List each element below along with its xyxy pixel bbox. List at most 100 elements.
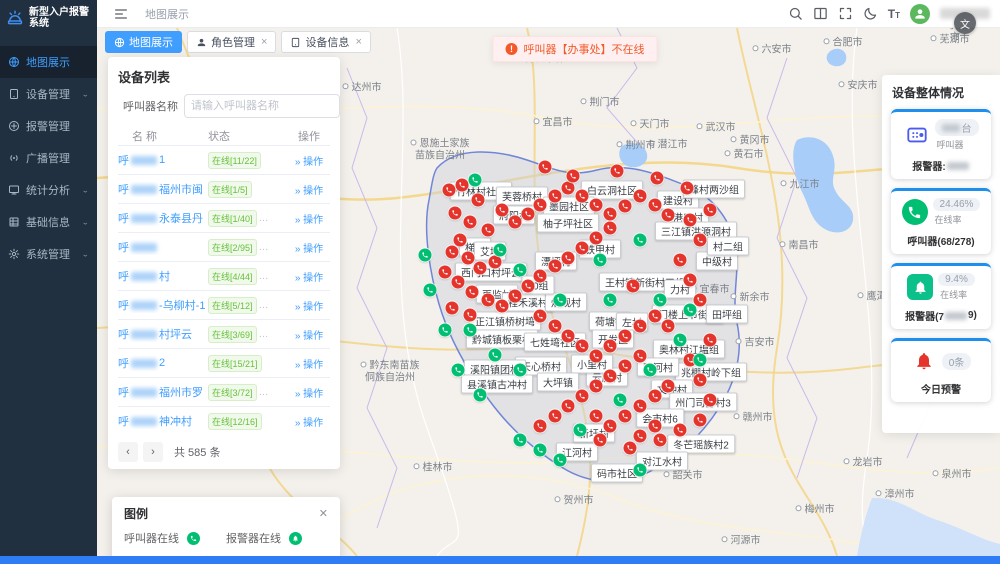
translate-badge-icon[interactable]: 文: [954, 12, 976, 34]
marker-caller-offline[interactable]: [624, 442, 637, 455]
marker-caller-offline[interactable]: [674, 254, 687, 267]
marker-caller-offline[interactable]: [562, 330, 575, 343]
marker-caller-offline[interactable]: [474, 262, 487, 275]
map-canvas[interactable]: 巴中市达州市神农架林区荆门市宜昌市天门市武汉市潜江市荆州市黄冈市黄石市恩施土家族…: [97, 28, 1000, 556]
marker-caller-offline[interactable]: [662, 320, 675, 333]
map-village-label[interactable]: 正江镇桥树塆: [469, 312, 541, 331]
marker-caller-offline[interactable]: [549, 190, 562, 203]
marker-caller-offline[interactable]: [604, 340, 617, 353]
marker-caller-offline[interactable]: [634, 400, 647, 413]
marker-caller-offline[interactable]: [452, 276, 465, 289]
marker-caller-offline[interactable]: [549, 320, 562, 333]
marker-caller-offline[interactable]: [454, 234, 467, 247]
marker-caller-online[interactable]: [574, 424, 587, 437]
marker-caller-online[interactable]: [464, 324, 477, 337]
tab-role[interactable]: 角色管理×: [187, 31, 276, 53]
marker-caller-offline[interactable]: [594, 434, 607, 447]
marker-caller-offline[interactable]: [534, 270, 547, 283]
marker-caller-offline[interactable]: [590, 350, 603, 363]
marker-caller-offline[interactable]: [549, 410, 562, 423]
marker-caller-offline[interactable]: [694, 374, 707, 387]
row-operation-link[interactable]: » 操作: [288, 385, 330, 400]
marker-caller-offline[interactable]: [604, 370, 617, 383]
row-operation-link[interactable]: » 操作: [288, 414, 330, 429]
marker-caller-offline[interactable]: [649, 420, 662, 433]
marker-caller-offline[interactable]: [464, 216, 477, 229]
hamburger-icon[interactable]: [113, 6, 129, 22]
marker-caller-offline[interactable]: [619, 200, 632, 213]
marker-caller-online[interactable]: [514, 264, 527, 277]
marker-caller-offline[interactable]: [522, 280, 535, 293]
row-operation-link[interactable]: » 操作: [288, 269, 330, 284]
sidebar-item-system[interactable]: 系统管理⌄: [0, 238, 97, 270]
marker-caller-offline[interactable]: [576, 390, 589, 403]
marker-caller-online[interactable]: [474, 389, 487, 402]
map-village-label[interactable]: 大坪镇: [537, 373, 579, 392]
tab-map[interactable]: 地图展示: [105, 31, 182, 53]
marker-caller-offline[interactable]: [509, 216, 522, 229]
map-village-label[interactable]: 县溪镇古冲村: [461, 375, 533, 394]
device-name-link[interactable]: 呼2: [118, 355, 208, 371]
marker-caller-offline[interactable]: [662, 380, 675, 393]
device-name-link[interactable]: 呼村坪云: [118, 326, 208, 342]
marker-caller-offline[interactable]: [534, 199, 547, 212]
marker-caller-online[interactable]: [634, 464, 647, 477]
marker-caller-online[interactable]: [514, 434, 527, 447]
marker-caller-offline[interactable]: [619, 410, 632, 423]
row-operation-link[interactable]: » 操作: [288, 153, 330, 168]
marker-caller-offline[interactable]: [662, 209, 675, 222]
marker-caller-offline[interactable]: [634, 190, 647, 203]
marker-caller-offline[interactable]: [466, 286, 479, 299]
marker-caller-offline[interactable]: [590, 199, 603, 212]
marker-caller-online[interactable]: [604, 294, 617, 307]
moon-icon[interactable]: [863, 6, 878, 21]
marker-caller-offline[interactable]: [446, 246, 459, 259]
marker-caller-online[interactable]: [419, 249, 432, 262]
fullscreen-icon[interactable]: [838, 6, 853, 21]
marker-caller-offline[interactable]: [590, 380, 603, 393]
marker-caller-online[interactable]: [614, 394, 627, 407]
marker-caller-online[interactable]: [674, 334, 687, 347]
device-name-link[interactable]: 呼1: [118, 152, 208, 168]
marker-caller-online[interactable]: [694, 354, 707, 367]
marker-caller-offline[interactable]: [562, 252, 575, 265]
marker-caller-offline[interactable]: [456, 179, 469, 192]
marker-caller-offline[interactable]: [627, 280, 640, 293]
marker-caller-offline[interactable]: [704, 394, 717, 407]
marker-caller-offline[interactable]: [509, 290, 522, 303]
row-operation-link[interactable]: » 操作: [288, 240, 330, 255]
marker-caller-offline[interactable]: [534, 420, 547, 433]
sidebar-item-stats[interactable]: 统计分析⌄: [0, 174, 97, 206]
row-operation-link[interactable]: » 操作: [288, 298, 330, 313]
marker-caller-online[interactable]: [489, 349, 502, 362]
marker-caller-offline[interactable]: [590, 232, 603, 245]
sidebar-item-basic[interactable]: 基础信息⌄: [0, 206, 97, 238]
marker-caller-online[interactable]: [469, 174, 482, 187]
marker-caller-offline[interactable]: [482, 224, 495, 237]
close-icon[interactable]: ×: [261, 37, 267, 48]
marker-caller-offline[interactable]: [649, 390, 662, 403]
marker-caller-offline[interactable]: [604, 420, 617, 433]
marker-caller-offline[interactable]: [619, 360, 632, 373]
marker-caller-offline[interactable]: [611, 165, 624, 178]
marker-caller-offline[interactable]: [489, 256, 502, 269]
marker-caller-offline[interactable]: [562, 400, 575, 413]
marker-caller-offline[interactable]: [534, 310, 547, 323]
sidebar-item-alarm[interactable]: 报警管理: [0, 110, 97, 142]
sidebar-item-map[interactable]: 地图展示: [0, 46, 97, 78]
columns-icon[interactable]: [813, 6, 828, 21]
marker-caller-offline[interactable]: [449, 207, 462, 220]
marker-caller-online[interactable]: [452, 364, 465, 377]
marker-caller-offline[interactable]: [649, 199, 662, 212]
device-name-link[interactable]: 呼村: [118, 268, 208, 284]
marker-caller-online[interactable]: [554, 294, 567, 307]
marker-caller-offline[interactable]: [439, 266, 452, 279]
device-name-link[interactable]: 呼福州市罗: [118, 384, 208, 400]
caller-name-input[interactable]: [184, 94, 340, 118]
prev-page-button[interactable]: ‹: [118, 442, 138, 462]
marker-caller-offline[interactable]: [522, 208, 535, 221]
sidebar-item-broadcast[interactable]: 广播管理: [0, 142, 97, 174]
marker-caller-offline[interactable]: [694, 294, 707, 307]
marker-caller-offline[interactable]: [462, 252, 475, 265]
marker-caller-offline[interactable]: [604, 208, 617, 221]
